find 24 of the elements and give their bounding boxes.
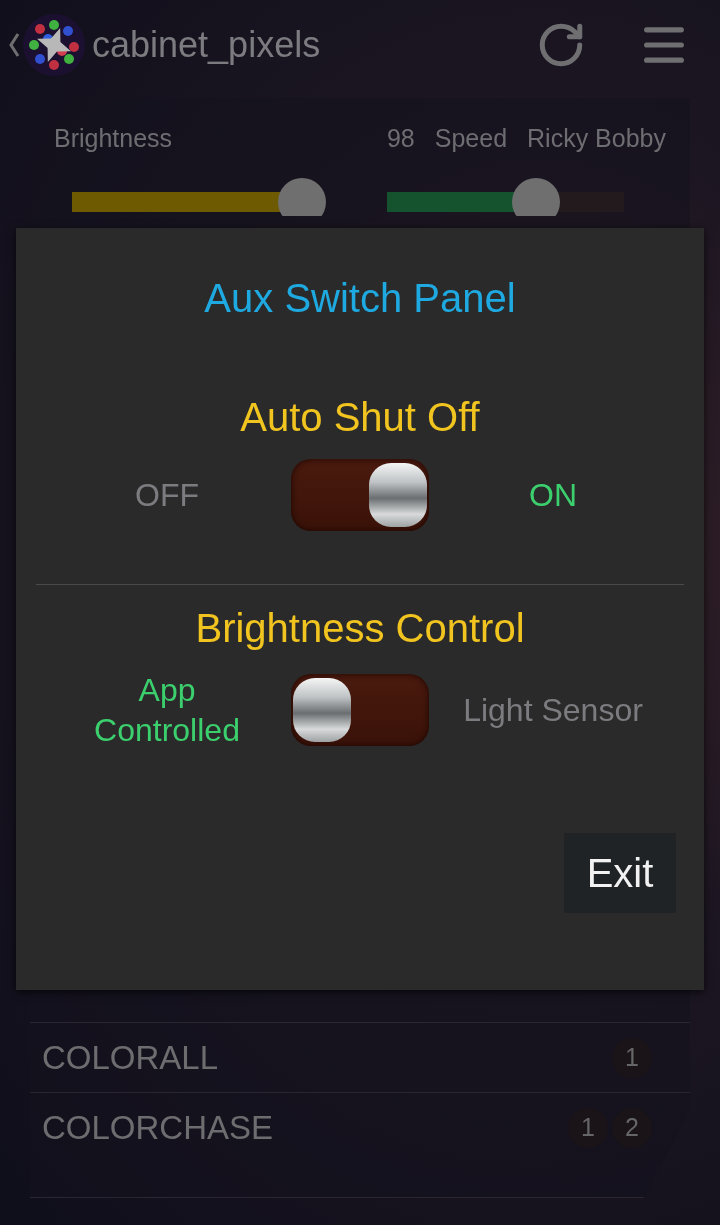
- slider-thumb[interactable]: [512, 178, 561, 216]
- slider-value: 98: [386, 123, 415, 153]
- on-label: Light Sensor: [462, 691, 644, 730]
- app-title: cabinet_pixels: [92, 24, 322, 66]
- on-label: ON: [528, 476, 578, 515]
- count-badge: 1: [612, 1037, 652, 1078]
- pattern-name[interactable]: COLORCHASE: [42, 1108, 564, 1147]
- slider-thumb[interactable]: [277, 178, 326, 216]
- section-title: Auto Shut Off: [240, 395, 480, 440]
- toggle-switch[interactable]: [291, 459, 429, 531]
- back-chevron-icon[interactable]: [8, 32, 20, 58]
- slider-value: Ricky Bobby: [527, 123, 666, 153]
- count-badge: 2: [612, 1107, 652, 1148]
- off-label: OFF: [134, 476, 200, 515]
- dialog-title: Aux Switch Panel: [204, 276, 516, 321]
- exit-button[interactable]: Exit: [564, 833, 676, 913]
- slider-label: Speed: [434, 123, 508, 153]
- section-title: Brightness Control: [195, 606, 525, 651]
- count-badge: 1: [568, 1107, 608, 1148]
- off-label: App Controlled: [93, 671, 241, 750]
- logo-icon: [22, 13, 86, 77]
- slider-label: Brightness: [54, 123, 174, 153]
- toggle-switch[interactable]: [291, 674, 429, 746]
- pattern-name[interactable]: COLORALL: [42, 1038, 608, 1077]
